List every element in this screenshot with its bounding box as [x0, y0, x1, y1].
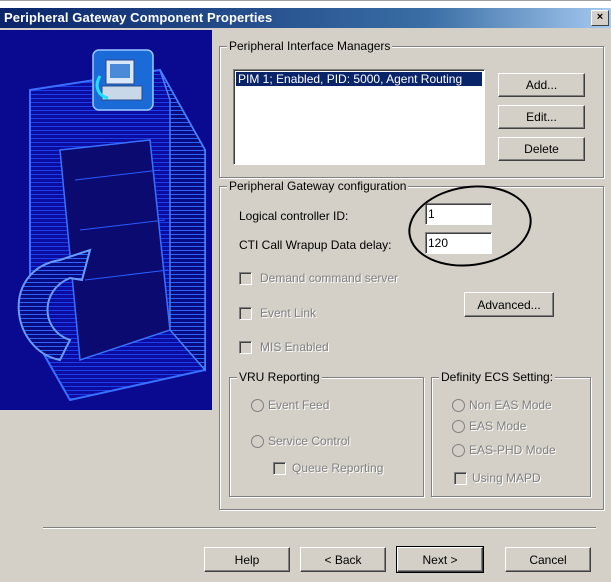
cti-delay-label: CTI Call Wrapup Data delay: — [239, 238, 392, 252]
window-title: Peripheral Gateway Component Properties — [4, 10, 273, 25]
eas-phd-label: EAS-PHD Mode — [469, 443, 556, 457]
definity-legend: Definity ECS Setting: — [439, 370, 556, 384]
help-button[interactable]: Help — [204, 547, 290, 572]
queue-reporting-checkbox[interactable] — [273, 462, 286, 475]
mis-enabled-checkbox[interactable] — [239, 341, 252, 354]
title-bar[interactable]: Peripheral Gateway Component Properties … — [0, 8, 611, 28]
close-icon[interactable]: × — [591, 10, 609, 26]
computer-illustration-icon — [0, 30, 212, 410]
queue-reporting-label: Queue Reporting — [292, 461, 384, 475]
service-control-radio[interactable] — [251, 435, 264, 448]
delete-pim-button[interactable]: Delete — [498, 137, 585, 161]
edit-pim-button[interactable]: Edit... — [498, 105, 585, 129]
pim-list-item[interactable]: PIM 1; Enabled, PID: 5000, Agent Routing — [236, 72, 482, 86]
properties-dialog: Peripheral Gateway Component Properties … — [0, 0, 611, 582]
wizard-artwork — [0, 30, 212, 410]
event-link-checkbox[interactable] — [239, 307, 252, 320]
eas-phd-radio[interactable] — [452, 444, 465, 457]
using-mapd-label: Using MAPD — [472, 471, 541, 485]
non-eas-label: Non EAS Mode — [469, 398, 552, 412]
demand-command-label: Demand command server — [260, 271, 399, 285]
pim-listbox[interactable]: PIM 1; Enabled, PID: 5000, Agent Routing — [233, 69, 485, 165]
logical-controller-label: Logical controller ID: — [239, 209, 349, 223]
pim-legend: Peripheral Interface Managers — [227, 39, 393, 53]
advanced-button[interactable]: Advanced... — [464, 292, 554, 317]
next-button[interactable]: Next > — [396, 546, 484, 573]
demand-command-checkbox[interactable] — [239, 272, 252, 285]
using-mapd-checkbox[interactable] — [454, 472, 467, 485]
footer-separator — [43, 527, 596, 529]
eas-radio[interactable] — [452, 420, 465, 433]
cancel-button[interactable]: Cancel — [505, 547, 591, 572]
service-control-label: Service Control — [268, 434, 351, 448]
add-pim-button[interactable]: Add... — [498, 73, 585, 97]
non-eas-radio[interactable] — [452, 399, 465, 412]
mis-enabled-label: MIS Enabled — [260, 340, 329, 354]
event-link-label: Event Link — [260, 306, 317, 320]
pg-config-legend: Peripheral Gateway configuration — [227, 179, 409, 193]
event-feed-label: Event Feed — [268, 398, 330, 412]
vru-legend: VRU Reporting — [237, 370, 322, 384]
event-feed-radio[interactable] — [251, 399, 264, 412]
eas-label: EAS Mode — [469, 419, 527, 433]
back-button[interactable]: < Back — [300, 547, 386, 572]
